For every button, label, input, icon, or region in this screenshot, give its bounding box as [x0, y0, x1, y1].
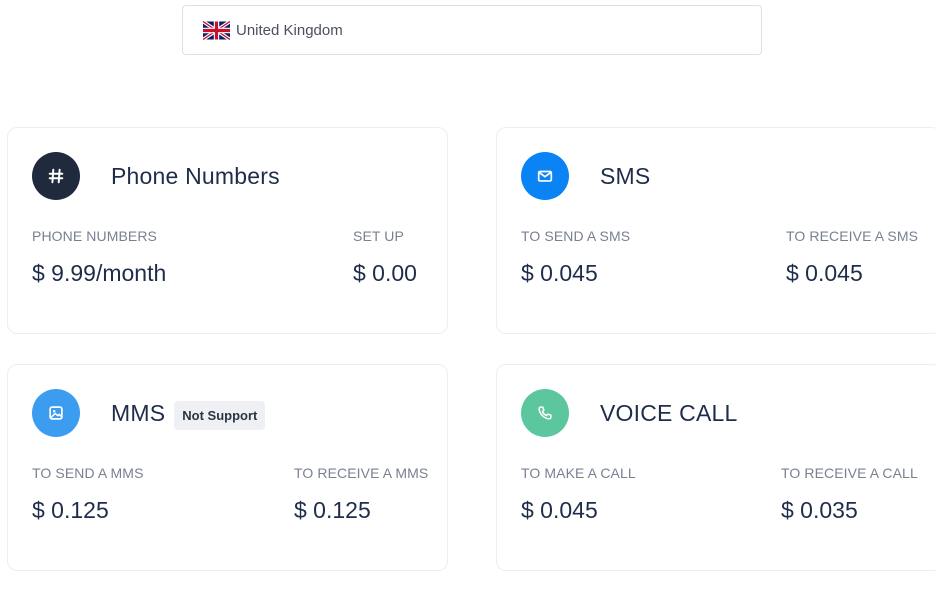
price-column: TO SEND A SMS $ 0.045	[521, 228, 630, 287]
price-label: SET UP	[353, 228, 404, 244]
price-column: TO RECEIVE A SMS $ 0.045	[786, 228, 918, 287]
voice-call-card: VOICE CALL TO MAKE A CALL $ 0.045 TO REC…	[496, 364, 936, 571]
country-select-value: United Kingdom	[236, 21, 343, 39]
price-value: $ 0.045	[786, 260, 863, 286]
price-label: TO SEND A SMS	[521, 228, 631, 244]
image-icon	[32, 389, 80, 437]
card-header: Phone Numbers	[32, 152, 280, 200]
price-label: TO SEND A MMS	[32, 465, 144, 481]
envelope-icon	[521, 152, 569, 200]
mms-card: MMS Not Support TO SEND A MMS $ 0.125 TO…	[7, 364, 448, 571]
price-column: TO MAKE A CALL $ 0.045	[521, 465, 636, 524]
sms-card: SMS TO SEND A SMS $ 0.045 TO RECEIVE A S…	[496, 127, 936, 334]
card-header: MMS Not Support	[32, 389, 266, 437]
price-label: TO RECEIVE A CALL	[781, 465, 918, 481]
country-select[interactable]: United Kingdom	[182, 5, 762, 55]
pricing-page: United Kingdom Phone Numbers PHONE NUMBE…	[0, 0, 936, 593]
card-header: VOICE CALL	[521, 389, 738, 437]
card-header: SMS	[521, 152, 650, 200]
price-column: TO RECEIVE A CALL $ 0.035	[781, 465, 918, 524]
price-label: TO RECEIVE A SMS	[786, 228, 919, 244]
phone-numbers-card: Phone Numbers PHONE NUMBERS $ 9.99/month…	[7, 127, 448, 334]
price-label: TO RECEIVE A MMS	[294, 465, 429, 481]
price-column: TO SEND A MMS $ 0.125	[32, 465, 144, 524]
price-value: $ 0.00	[353, 260, 417, 286]
price-value: $ 0.125	[32, 497, 109, 523]
hash-icon	[32, 152, 80, 200]
card-title: VOICE CALL	[600, 399, 738, 426]
price-label: TO MAKE A CALL	[521, 465, 636, 481]
price-value: $ 0.045	[521, 497, 598, 523]
price-label: PHONE NUMBERS	[32, 228, 157, 244]
price-column: SET UP $ 0.00	[353, 228, 417, 287]
price-value: $ 0.045	[521, 260, 598, 286]
price-value: $ 0.125	[294, 497, 371, 523]
uk-flag-icon	[203, 20, 230, 40]
card-title: Phone Numbers	[111, 162, 280, 189]
price-column: PHONE NUMBERS $ 9.99/month	[32, 228, 166, 287]
price-value: $ 0.035	[781, 497, 858, 523]
phone-icon	[521, 389, 569, 437]
not-support-badge: Not Support	[174, 400, 266, 430]
price-column: TO RECEIVE A MMS $ 0.125	[294, 465, 428, 524]
price-value: $ 9.99/month	[32, 260, 167, 286]
card-title: SMS	[600, 162, 651, 189]
card-title: MMS	[111, 399, 166, 426]
